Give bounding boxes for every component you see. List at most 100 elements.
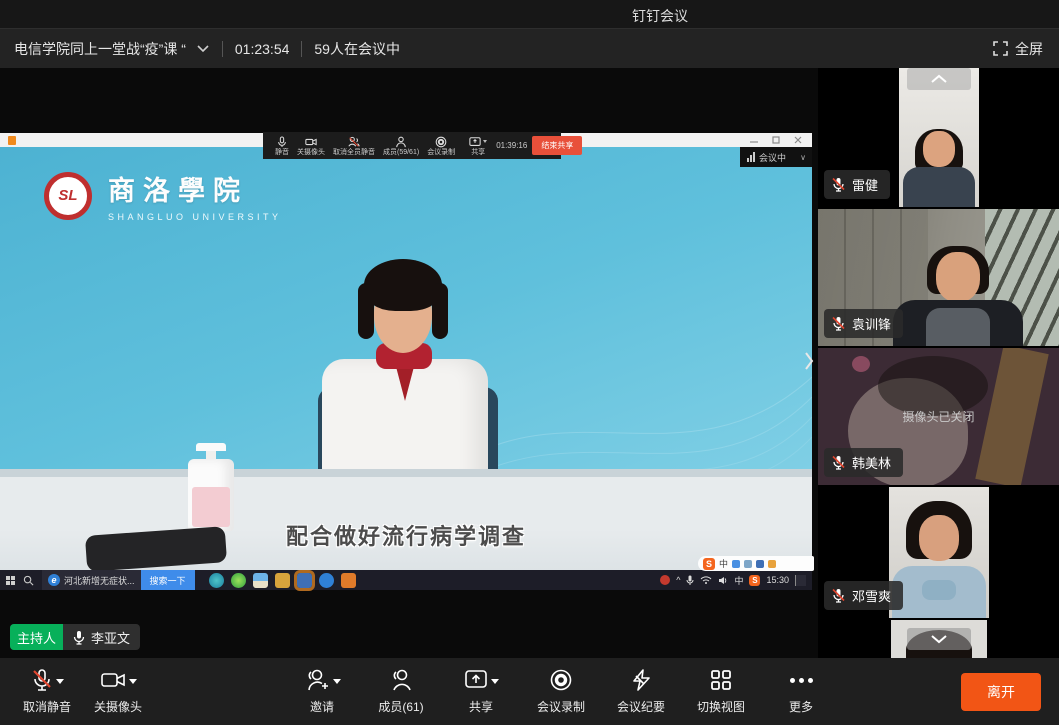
caret-down-icon	[333, 679, 341, 684]
university-name-cn: 商洛學院	[108, 169, 282, 208]
people-icon	[348, 136, 360, 148]
taskbar-clock: 15:30	[766, 575, 789, 585]
ie-browser-icon: e	[48, 574, 60, 586]
caret-down-icon	[483, 140, 487, 143]
participant-tile[interactable]: 袁训锋	[818, 209, 1059, 346]
meeting-title: 电信学院同上一堂战“疫”课 “	[14, 39, 186, 59]
meeting-title-dropdown[interactable]	[196, 44, 210, 53]
muted-mic-icon	[832, 177, 845, 192]
switch-view-button[interactable]: 切换视图	[676, 667, 766, 715]
caret-down-icon	[56, 679, 64, 684]
grid-view-icon	[709, 668, 733, 692]
minutes-button[interactable]: 会议纪要	[596, 667, 686, 715]
camera-icon	[100, 670, 126, 690]
scroll-up-button[interactable]	[907, 68, 971, 90]
participant-name-tag: 韩美林	[824, 448, 903, 477]
sidebar-collapse-button[interactable]	[800, 340, 818, 382]
meeting-content: 静音 关摄像头 取消全员静音	[0, 68, 1059, 658]
meeting-status-overlay: 会议中 ∨	[740, 147, 812, 167]
camera-off-text: 摄像头已关闭	[818, 408, 1059, 425]
participant-count: 59人在会议中	[314, 39, 400, 59]
scroll-down-button[interactable]	[907, 628, 971, 650]
wifi-icon	[700, 576, 712, 584]
fullscreen-button[interactable]: 全屏	[993, 39, 1043, 59]
meeting-info-bar: 电信学院同上一堂战“疫”课 “ 01:23:54 59人在会议中 全屏	[0, 28, 1059, 68]
share-screen-icon	[464, 669, 488, 691]
ime-tool-icon	[732, 560, 740, 568]
video-subtitle: 配合做好流行病学调查	[0, 519, 812, 551]
chevron-up-icon	[930, 74, 948, 84]
ime-mode: 中	[719, 557, 728, 570]
host-name: 李亚文	[91, 628, 130, 647]
shared-mute-button: 静音	[275, 136, 289, 156]
share-button[interactable]: 共享	[436, 667, 526, 715]
window-titlebar: 钉钉会议	[0, 0, 1059, 28]
university-name-en: SHANGLUO UNIVERSITY	[108, 212, 282, 222]
shared-meeting-toolbar: 静音 关摄像头 取消全员静音	[263, 132, 561, 159]
app-title: 钉钉会议	[632, 6, 688, 26]
signal-bars-icon	[747, 152, 755, 162]
shared-record-button: 会议录制	[427, 136, 455, 156]
browser-360-icon	[231, 573, 246, 588]
leave-button[interactable]: 离开	[961, 673, 1041, 711]
camera-icon	[305, 136, 317, 148]
shared-unmute-all-button: 取消全员静音	[333, 136, 375, 156]
dingtalk-meeting-window: 钉钉会议 电信学院同上一堂战“疫”课 “ 01:23:54 59人在会议中 全屏	[0, 0, 1059, 725]
chevron-down-icon: ∨	[800, 153, 806, 162]
ime-tool-icon	[744, 560, 752, 568]
ime-tool-icon	[756, 560, 764, 568]
shared-camera-button: 关摄像头	[297, 136, 325, 156]
share-screen-icon	[469, 136, 481, 148]
members-button[interactable]: 成员(61)	[356, 667, 446, 715]
participant-tile-partial[interactable]	[818, 620, 1059, 658]
chevron-down-icon	[196, 44, 210, 53]
tray-ime-indicator: 中	[734, 574, 743, 587]
microphone-icon	[277, 136, 287, 148]
input-method-bar: S 中	[698, 556, 814, 571]
divider	[301, 41, 302, 57]
shared-meeting-duration: 01:39:16	[496, 141, 527, 150]
participant-tile[interactable]: 摄像头已关闭 韩美林	[818, 348, 1059, 485]
volume-icon	[718, 576, 728, 585]
person-icon	[395, 136, 407, 148]
caret-down-icon	[491, 679, 499, 684]
tray-mic-icon	[686, 575, 694, 586]
participant-video	[889, 487, 989, 618]
maximize-icon	[772, 136, 780, 144]
camera-off-button[interactable]: 关摄像头	[73, 667, 163, 715]
meeting-duration: 01:23:54	[235, 41, 290, 57]
photos-icon	[253, 573, 268, 588]
divider	[222, 41, 223, 57]
shared-members-button: 成员(59/61)	[383, 136, 419, 156]
more-button[interactable]: 更多	[756, 667, 846, 715]
browser-tab-title: 河北新增无症状...	[64, 574, 135, 587]
sanitizer-bottle	[188, 435, 234, 531]
participant-tile[interactable]: 雷健	[818, 68, 1059, 207]
browser-taskbar-item: e 河北新增无症状...	[42, 570, 141, 590]
muted-mic-icon	[31, 668, 53, 692]
search-icon	[23, 575, 34, 586]
university-logo-block: SL 商洛學院 SHANGLUO UNIVERSITY	[44, 169, 282, 222]
participant-name-tag: 邓雪爽	[824, 581, 903, 610]
invite-button[interactable]: 邀请	[277, 667, 367, 715]
participant-tile[interactable]: 邓雪爽	[818, 487, 1059, 618]
edge-browser-icon	[209, 573, 224, 588]
fullscreen-label: 全屏	[1015, 39, 1043, 59]
participants-sidebar: 雷健	[818, 68, 1059, 658]
tray-chevron-icon: ^	[676, 575, 680, 585]
fullscreen-icon	[993, 41, 1008, 56]
participant-name-tag: 袁训锋	[824, 309, 903, 338]
person-add-icon	[304, 668, 330, 692]
more-icon	[790, 678, 813, 683]
flash-minutes-icon	[629, 668, 653, 692]
record-button[interactable]: 会议录制	[516, 667, 606, 715]
host-badge: 主持人	[10, 624, 63, 650]
close-icon	[794, 136, 802, 144]
person-icon	[389, 668, 413, 692]
chevron-right-icon	[804, 351, 814, 371]
shared-video-content: SL 商洛學院 SHANGLUO UNIVERSITY BOSCH	[0, 147, 812, 570]
host-name-tag: 主持人 李亚文	[10, 624, 140, 650]
speaker-hair	[364, 259, 442, 311]
office-app-icon	[341, 573, 356, 588]
file-explorer-icon	[275, 573, 290, 588]
